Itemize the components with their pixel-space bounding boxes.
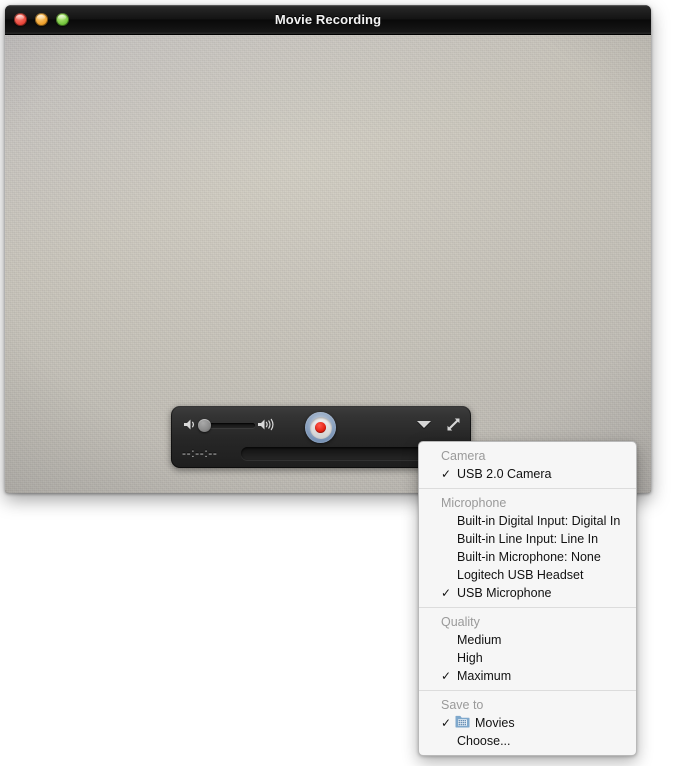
record-button[interactable]	[305, 412, 336, 443]
menu-section-title-save-to: Save to	[441, 698, 484, 712]
checkmark-icon: ✓	[441, 669, 452, 683]
menu-item-usb-2-camera[interactable]: ✓ USB 2.0 Camera	[419, 465, 636, 483]
record-button-inner	[309, 416, 332, 439]
menu-item-quality-maximum[interactable]: ✓ Maximum	[419, 667, 636, 685]
control-bar-top-row	[171, 406, 471, 443]
menu-item-label: Logitech USB Headset	[457, 568, 584, 582]
menu-item-save-to-movies[interactable]: ✓ Movies	[419, 714, 636, 732]
menu-item-quality-high[interactable]: High	[419, 649, 636, 667]
screen: Movie Recording --:--:-- Camera ✓ USB 2.…	[0, 0, 676, 766]
menu-separator	[419, 488, 636, 489]
zoom-button[interactable]	[56, 13, 69, 26]
menu-item-label: Built-in Line Input: Line In	[457, 532, 599, 546]
speaker-high-icon	[257, 418, 276, 431]
record-dot-icon	[315, 422, 326, 433]
menu-section-title-quality: Quality	[441, 615, 480, 629]
menu-separator	[419, 607, 636, 608]
menu-item-label: Maximum	[457, 669, 512, 683]
menu-item-logitech-usb-headset[interactable]: Logitech USB Headset	[419, 566, 636, 584]
chevron-down-icon[interactable]	[417, 421, 431, 428]
menu-item-label: USB 2.0 Camera	[457, 467, 552, 481]
menu-item-label: Choose...	[457, 734, 511, 748]
menu-item-label: Built-in Microphone: None	[457, 550, 601, 564]
menu-item-usb-microphone[interactable]: ✓ USB Microphone	[419, 584, 636, 602]
checkmark-icon: ✓	[441, 586, 452, 600]
menu-item-builtin-digital-input[interactable]: Built-in Digital Input: Digital In	[419, 512, 636, 530]
menu-item-label: Built-in Digital Input: Digital In	[457, 514, 621, 528]
window-titlebar[interactable]: Movie Recording	[5, 5, 651, 35]
movies-folder-icon	[455, 715, 470, 728]
expand-arrows-icon[interactable]	[446, 417, 461, 432]
volume-slider-knob[interactable]	[198, 419, 211, 432]
menu-item-builtin-microphone[interactable]: Built-in Microphone: None	[419, 548, 636, 566]
window-title: Movie Recording	[274, 12, 382, 27]
window-controls	[14, 13, 69, 26]
menu-item-label: Movies	[475, 716, 515, 730]
menu-item-label: Medium	[457, 633, 502, 647]
menu-section-title-microphone: Microphone	[441, 496, 507, 510]
menu-separator	[419, 690, 636, 691]
timecode-display: --:--:--	[182, 446, 218, 460]
menu-item-builtin-line-input[interactable]: Built-in Line Input: Line In	[419, 530, 636, 548]
menu-item-label: High	[457, 651, 483, 665]
minimize-button[interactable]	[35, 13, 48, 26]
menu-item-save-to-choose[interactable]: Choose...	[419, 732, 636, 750]
recording-options-menu: Camera ✓ USB 2.0 Camera Microphone Built…	[418, 441, 637, 756]
checkmark-icon: ✓	[441, 716, 452, 730]
menu-item-label: USB Microphone	[457, 586, 552, 600]
checkmark-icon: ✓	[441, 467, 452, 481]
close-button[interactable]	[14, 13, 27, 26]
menu-section-title-camera: Camera	[441, 449, 486, 463]
menu-item-quality-medium[interactable]: Medium	[419, 631, 636, 649]
speaker-low-icon	[183, 418, 197, 431]
